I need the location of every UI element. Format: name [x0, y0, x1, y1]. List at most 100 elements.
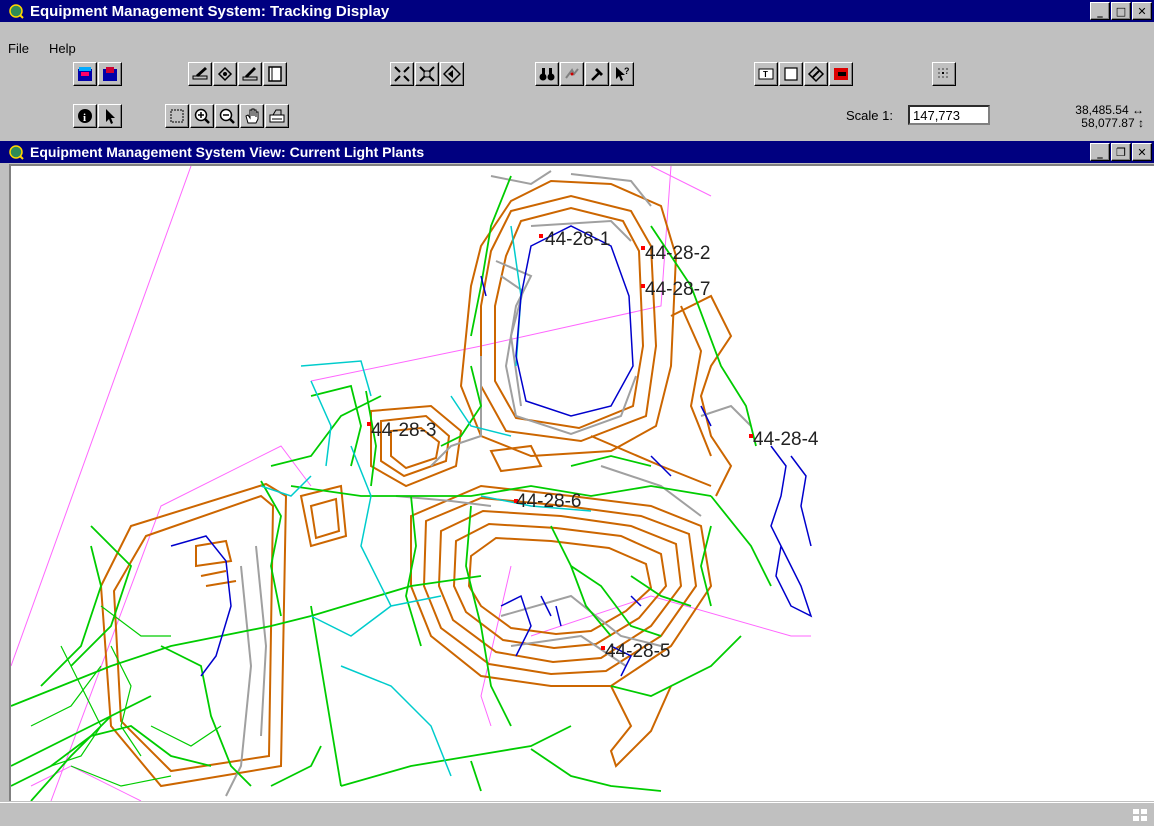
coordinate-readout: 38,485.54 ↔ 58,077.87 ↕ — [1062, 104, 1144, 130]
hammer-icon — [591, 68, 603, 81]
blank-layer-button[interactable] — [263, 62, 287, 86]
find-button[interactable] — [535, 62, 559, 86]
zoom-extent-icon — [394, 66, 410, 82]
track-button[interactable] — [560, 62, 584, 86]
layer-red-icon — [103, 67, 117, 81]
query-icon: ? — [616, 66, 630, 81]
view-globe-icon — [8, 144, 24, 160]
zoom-in-icon — [194, 108, 210, 124]
modify-layer-icon — [242, 67, 258, 81]
box-button[interactable] — [779, 62, 803, 86]
x-coordinate: 38,485.54 — [1075, 103, 1129, 117]
label-44-28-4[interactable]: 44-28-4 — [753, 429, 819, 450]
map-view[interactable]: 44-28-1 44-28-2 44-28-7 44-28-3 44-28-4 … — [9, 164, 1154, 801]
label-44-28-3[interactable]: 44-28-3 — [371, 420, 437, 441]
minimize-icon: _ — [1097, 4, 1103, 18]
print-button[interactable] — [265, 104, 289, 128]
modify-layer-button[interactable] — [238, 62, 262, 86]
menu-file[interactable]: File — [8, 41, 29, 56]
restore-icon: ❐ — [1116, 145, 1126, 159]
label-44-28-2[interactable]: 44-28-2 — [645, 243, 711, 264]
add-layer-icon — [217, 66, 233, 82]
y-coordinate: 58,077.87 — [1081, 116, 1135, 130]
close-button[interactable]: ✕ — [1132, 2, 1152, 20]
view-close-button[interactable]: ✕ — [1132, 143, 1152, 161]
zoom-toolbar — [165, 104, 290, 130]
road-network — [11, 175, 772, 801]
close-icon: ✕ — [1137, 145, 1147, 159]
menu-help[interactable]: Help — [49, 41, 76, 56]
magnet-icon — [834, 68, 848, 80]
print-icon — [269, 109, 285, 123]
vertical-arrow-icon: ↕ — [1138, 116, 1144, 130]
info-icon: i — [78, 109, 92, 124]
zoom-extent-button[interactable] — [390, 62, 414, 86]
info-button[interactable]: i — [73, 104, 97, 128]
edit-layer-button[interactable] — [188, 62, 212, 86]
select-toolbar: i — [73, 104, 123, 130]
scale-label: Scale 1: — [846, 108, 893, 123]
text-button[interactable]: T — [754, 62, 778, 86]
view-minimize-button[interactable]: _ — [1090, 143, 1110, 161]
main-window-title: Equipment Management System: Tracking Di… — [30, 2, 390, 20]
status-bar — [0, 802, 1154, 826]
zoom-in-extent-icon — [419, 66, 435, 82]
layer-red-button[interactable] — [98, 62, 122, 86]
view-restore-button[interactable]: ❐ — [1111, 143, 1131, 161]
symbol-button[interactable] — [804, 62, 828, 86]
edit-layer-icon — [192, 67, 208, 80]
menu-bar: File Help — [0, 37, 1154, 59]
pointer-icon — [106, 109, 115, 124]
maximize-button[interactable]: □ — [1111, 2, 1131, 20]
svg-text:?: ? — [624, 66, 630, 76]
grid-toolbar — [932, 62, 957, 88]
edit-toolbar — [188, 62, 288, 88]
layer-blue-button[interactable] — [73, 62, 97, 86]
svg-text:i: i — [83, 112, 86, 124]
pan-button[interactable] — [240, 104, 264, 128]
resize-grip-icon[interactable] — [1132, 808, 1148, 822]
grid-button[interactable] — [932, 62, 956, 86]
magnet-button[interactable] — [829, 62, 853, 86]
label-44-28-7[interactable]: 44-28-7 — [645, 279, 711, 300]
symbol-icon — [807, 65, 825, 83]
pointer-button[interactable] — [98, 104, 122, 128]
layer-toolbar — [73, 62, 123, 88]
zoom-out-button[interactable] — [215, 104, 239, 128]
select-box-button[interactable] — [165, 104, 189, 128]
main-title-bar: Equipment Management System: Tracking Di… — [0, 0, 1154, 22]
label-44-28-6[interactable]: 44-28-6 — [516, 491, 582, 512]
zoom-in-button[interactable] — [190, 104, 214, 128]
pan-hand-icon — [245, 108, 259, 124]
layer-blue-icon — [78, 67, 92, 81]
label-44-28-1[interactable]: 44-28-1 — [545, 229, 611, 250]
west-pit-benches — [99, 482, 288, 788]
back-icon — [443, 65, 461, 83]
minimize-icon: _ — [1097, 145, 1103, 159]
map-canvas[interactable]: 44-28-1 44-28-2 44-28-7 44-28-3 44-28-4 … — [11, 166, 1154, 801]
svg-text:T: T — [763, 70, 768, 79]
horizontal-arrow-icon: ↔ — [1132, 103, 1144, 117]
marker-44-28-1[interactable] — [539, 234, 543, 238]
minimize-button[interactable]: _ — [1090, 2, 1110, 20]
add-layer-button[interactable] — [213, 62, 237, 86]
select-box-icon — [170, 109, 184, 123]
text-icon: T — [758, 68, 774, 80]
app-globe-icon — [8, 3, 24, 19]
scale-input[interactable]: 147,773 — [908, 105, 990, 125]
box-icon — [784, 67, 798, 81]
zoom-out-icon — [219, 108, 235, 124]
label-44-28-5[interactable]: 44-28-5 — [605, 641, 671, 662]
draw-toolbar: T — [754, 62, 854, 88]
grid-icon — [938, 68, 948, 78]
back-button[interactable] — [440, 62, 464, 86]
tools-toolbar: ? — [535, 62, 635, 88]
extent-toolbar — [390, 62, 465, 88]
query-button[interactable]: ? — [610, 62, 634, 86]
track-icon — [565, 68, 579, 79]
hammer-button[interactable] — [585, 62, 609, 86]
zoom-in-extent-button[interactable] — [415, 62, 439, 86]
maximize-icon: □ — [1115, 4, 1127, 18]
blank-layer-icon — [268, 66, 282, 82]
find-icon — [539, 68, 555, 81]
